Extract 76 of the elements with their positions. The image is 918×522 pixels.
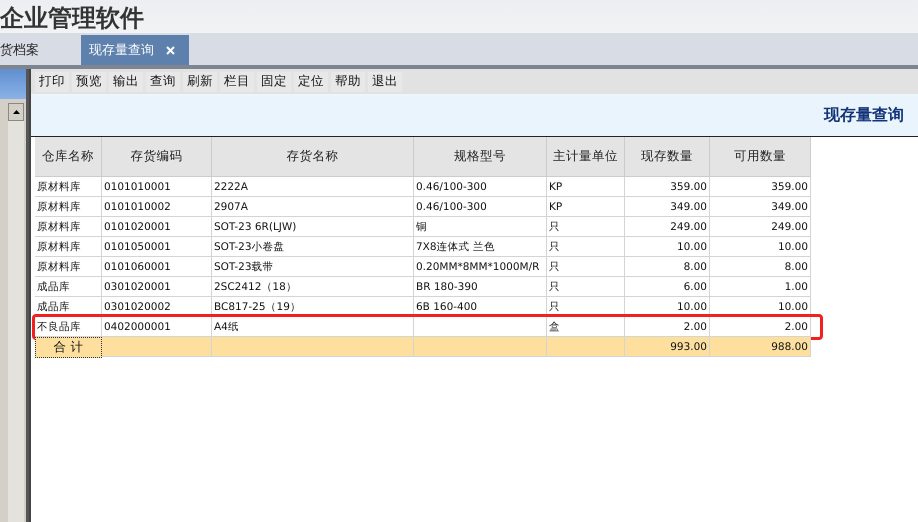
table-cell: 349.00 <box>710 197 811 217</box>
table-cell: 0301020001 <box>102 277 212 297</box>
toolbar-button[interactable]: 栏目 <box>220 72 254 92</box>
tab[interactable]: 现存量查询 <box>81 35 189 65</box>
tab[interactable]: 货档案 <box>0 35 49 65</box>
scroll-up-icon[interactable] <box>8 103 24 121</box>
toolbar-button[interactable]: 预览 <box>72 72 106 92</box>
report-title: 现存量查询 <box>824 104 904 126</box>
column-header: 规格型号 <box>414 137 547 177</box>
app-title: 企业管理软件 <box>0 3 144 33</box>
table-cell: 7X8连体式 兰色 <box>414 237 547 257</box>
table-cell: SOT-23载带 <box>212 257 414 277</box>
table-cell: 0.46/100-300 <box>414 197 547 217</box>
table-cell: 0101050001 <box>102 237 212 257</box>
table-cell: 只 <box>547 217 625 237</box>
table-cell: 成品库 <box>35 277 102 297</box>
table-cell: 349.00 <box>625 197 710 217</box>
toolbar-button[interactable]: 固定 <box>257 72 291 92</box>
table-cell: BR 180-390 <box>414 277 547 297</box>
table-cell: 2907A <box>212 197 414 217</box>
table-cell: KP <box>547 177 625 197</box>
toolbar-button[interactable]: 刷新 <box>183 72 217 92</box>
table-cell: 2222A <box>212 177 414 197</box>
table-cell: 359.00 <box>710 177 811 197</box>
table-cell: 10.00 <box>625 237 710 257</box>
table-cell: 249.00 <box>710 217 811 237</box>
table-cell: 0101010001 <box>102 177 212 197</box>
table-cell: 原材料库 <box>35 197 102 217</box>
table-cell: 249.00 <box>625 217 710 237</box>
table-cell: 8.00 <box>710 257 811 277</box>
column-header: 可用数量 <box>710 137 811 177</box>
table-cell: 8.00 <box>625 257 710 277</box>
table-cell: 0.20MM*8MM*1000M/R <box>414 257 547 277</box>
table-cell: 原材料库 <box>35 217 102 237</box>
column-header: 存货名称 <box>212 137 414 177</box>
scrollbar[interactable] <box>8 103 24 522</box>
toolbar-button[interactable]: 查询 <box>146 72 180 92</box>
table-cell: 盒 <box>547 317 625 337</box>
table-cell: 2SC2412（18） <box>212 277 414 297</box>
table-cell: 原材料库 <box>35 257 102 277</box>
panel-header <box>0 69 26 99</box>
column-header: 现存数量 <box>625 137 710 177</box>
table-cell: 0101060001 <box>102 257 212 277</box>
table-cell: KP <box>547 197 625 217</box>
close-icon[interactable] <box>166 46 175 54</box>
table-cell: 0.46/100-300 <box>414 177 547 197</box>
toolbar-button[interactable]: 打印 <box>35 72 69 92</box>
table-cell: 993.00 <box>625 337 710 357</box>
table-cell: 2.00 <box>710 317 811 337</box>
table-cell: 只 <box>547 257 625 277</box>
table-cell: 只 <box>547 237 625 257</box>
table-cell: 原材料库 <box>35 237 102 257</box>
table-cell: 6.00 <box>625 277 710 297</box>
table-cell: 只 <box>547 277 625 297</box>
table-cell: SOT-23 6R(LJW) <box>212 217 414 237</box>
table-cell: 2.00 <box>625 317 710 337</box>
toolbar-button[interactable]: 定位 <box>294 72 328 92</box>
table-cell: 铜 <box>414 217 547 237</box>
table-cell: A4纸 <box>212 317 414 337</box>
table-cell: 0101020001 <box>102 217 212 237</box>
column-header: 主计量单位 <box>547 137 625 177</box>
table-cell: 1.00 <box>710 277 811 297</box>
table-cell: 0101010002 <box>102 197 212 217</box>
table-cell: 10.00 <box>710 237 811 257</box>
column-header: 存货编码 <box>102 137 212 177</box>
toolbar-button[interactable]: 退出 <box>368 72 402 92</box>
column-header: 仓库名称 <box>35 137 102 177</box>
toolbar-button[interactable]: 输出 <box>109 72 143 92</box>
table-cell: 0402000001 <box>102 317 212 337</box>
table-cell: 不良品库 <box>35 317 102 337</box>
total-label: 合 计 <box>35 337 102 358</box>
table-cell: SOT-23小卷盘 <box>212 237 414 257</box>
table-cell: 原材料库 <box>35 177 102 197</box>
toolbar-button[interactable]: 帮助 <box>331 72 365 92</box>
table-cell: 988.00 <box>710 337 811 357</box>
table-cell: 359.00 <box>625 177 710 197</box>
